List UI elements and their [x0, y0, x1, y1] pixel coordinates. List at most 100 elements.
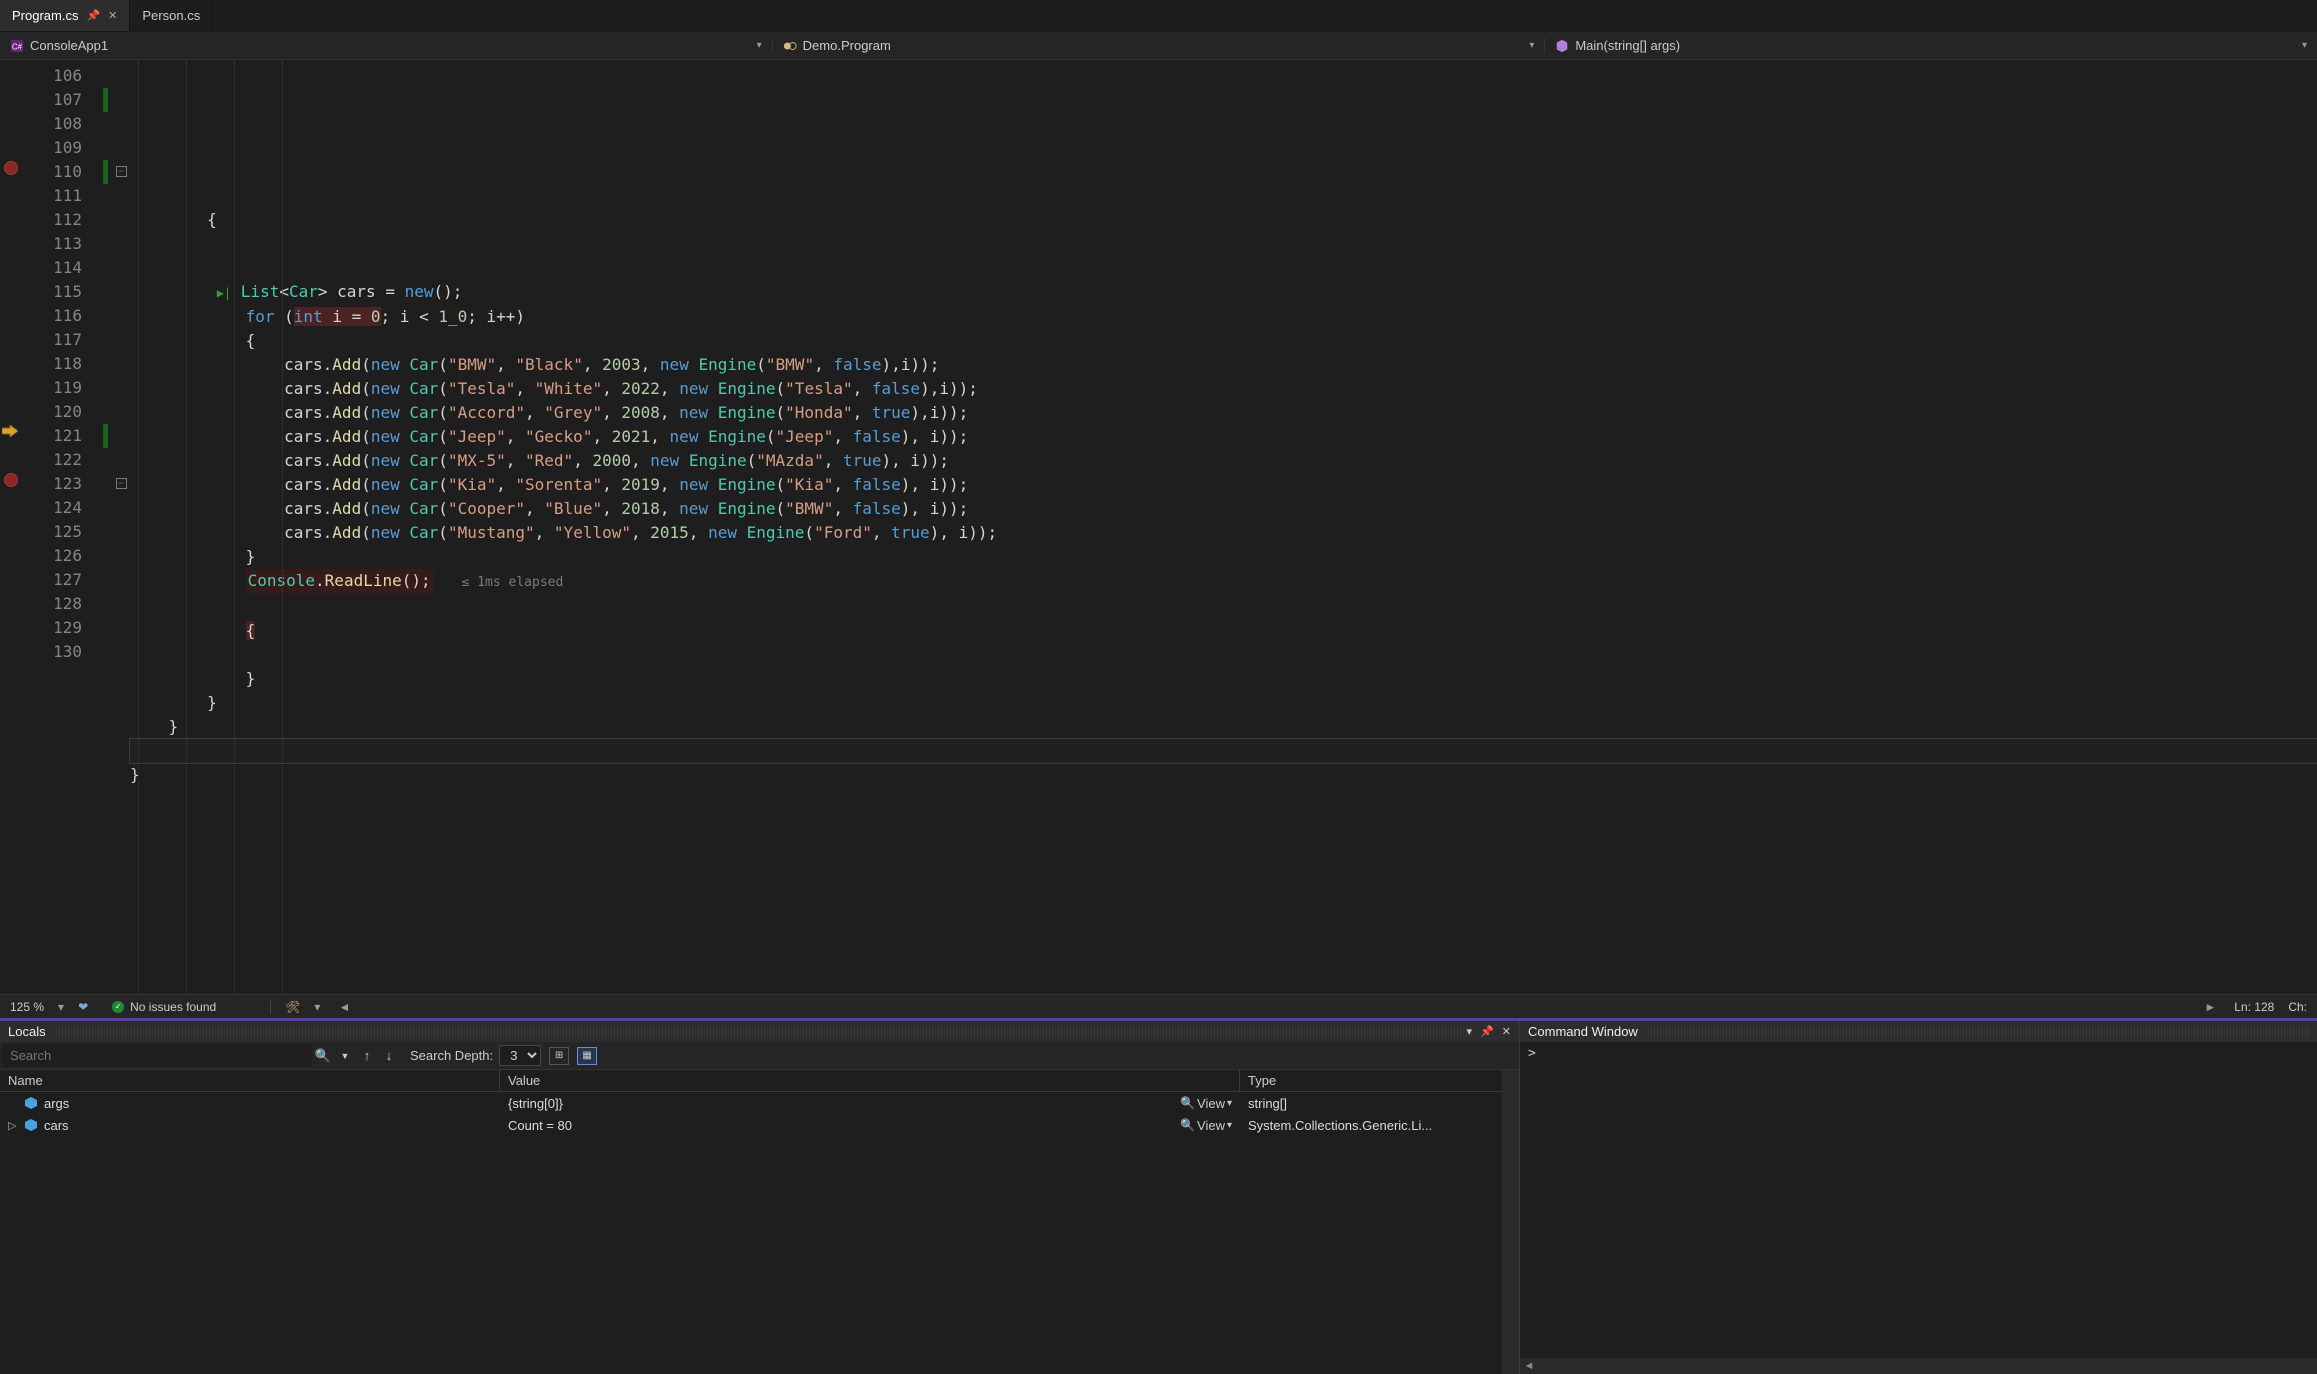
- code-line[interactable]: cars.Add(new Car("BMW", "Black", 2003, n…: [130, 353, 2317, 377]
- editor-status-bar: 125 % ▾ ❤ ✓ No issues found 🛠 ▾ ◄ ► Ln: …: [0, 994, 2317, 1018]
- magnifier-icon[interactable]: 🔍: [1180, 1118, 1195, 1132]
- line-number: 121: [22, 424, 82, 448]
- nav-class[interactable]: Demo.Program ▾: [773, 38, 1546, 53]
- tab-label: Person.cs: [142, 8, 200, 23]
- fold-toggle-icon[interactable]: −: [116, 166, 127, 177]
- zoom-level[interactable]: 125 %: [10, 1000, 44, 1014]
- horizontal-scrollbar[interactable]: ◄: [1520, 1358, 2317, 1374]
- code-line[interactable]: cars.Add(new Car("Mustang", "Yellow", 20…: [130, 521, 2317, 545]
- code-line[interactable]: cars.Add(new Car("Kia", "Sorenta", 2019,…: [130, 473, 2317, 497]
- close-icon[interactable]: ✕: [1502, 1025, 1511, 1038]
- line-number: 112: [22, 208, 82, 232]
- code-line[interactable]: [130, 256, 2317, 280]
- arrow-up-icon[interactable]: ↑: [356, 1048, 378, 1063]
- health-icon[interactable]: ❤: [78, 1000, 88, 1014]
- code-line[interactable]: }: [130, 667, 2317, 691]
- breakpoint-margin[interactable]: [0, 60, 22, 994]
- dropdown-icon[interactable]: ▾: [1467, 1025, 1473, 1038]
- nav-bar: C# ConsoleApp1 ▾ Demo.Program ▾ Main(str…: [0, 32, 2317, 60]
- line-indicator[interactable]: Ln: 128: [2234, 1000, 2274, 1014]
- code-editor[interactable]: 1061071081091101111121131141151161171181…: [0, 60, 2317, 994]
- code-line[interactable]: ▶| List<Car> cars = new();: [130, 280, 2317, 305]
- breakpoint-icon[interactable]: [4, 161, 18, 175]
- scroll-right-icon[interactable]: ►: [2200, 1000, 2220, 1014]
- code-content[interactable]: { ▶| List<Car> cars = new(); for (int i …: [130, 60, 2317, 994]
- locals-row[interactable]: args{string[0]}🔍View ▾string[]: [0, 1092, 1501, 1114]
- vertical-scrollbar[interactable]: [1501, 1070, 1519, 1374]
- variable-icon: [24, 1096, 38, 1110]
- code-line[interactable]: }: [130, 545, 2317, 569]
- view-link[interactable]: View: [1197, 1118, 1225, 1133]
- locals-title-bar[interactable]: Locals ▾ 📌 ✕: [0, 1021, 1519, 1042]
- pin-icon[interactable]: 📌: [1480, 1025, 1494, 1038]
- modification-indicator-margin: [100, 60, 112, 994]
- code-line[interactable]: [130, 232, 2317, 256]
- code-line[interactable]: [130, 787, 2317, 811]
- magnifier-icon[interactable]: 🔍: [1180, 1096, 1195, 1110]
- column-header-name[interactable]: Name: [0, 1070, 500, 1091]
- code-line[interactable]: }: [130, 715, 2317, 739]
- command-window-title: Command Window: [1528, 1024, 1638, 1039]
- command-prompt: >: [1528, 1046, 1536, 1061]
- search-icon[interactable]: 🔍: [312, 1048, 334, 1064]
- class-icon: [783, 39, 797, 53]
- scroll-left-icon[interactable]: ◄: [1520, 1358, 1538, 1374]
- line-number: 108: [22, 112, 82, 136]
- code-folding-margin[interactable]: −−: [112, 60, 130, 994]
- line-number: 127: [22, 568, 82, 592]
- locals-row[interactable]: ▷carsCount = 80🔍View ▾System.Collections…: [0, 1114, 1501, 1136]
- close-icon[interactable]: ✕: [108, 9, 117, 22]
- expand-toggle-icon[interactable]: ▷: [8, 1119, 18, 1132]
- tab-person-cs[interactable]: Person.cs: [130, 0, 213, 31]
- nav-method[interactable]: Main(string[] args) ▾: [1545, 38, 2317, 53]
- chevron-down-icon[interactable]: ▾: [1227, 1098, 1232, 1109]
- code-line[interactable]: {: [130, 208, 2317, 232]
- locals-title: Locals: [8, 1024, 46, 1039]
- search-depth-select[interactable]: 3: [499, 1045, 541, 1066]
- svg-text:C#: C#: [12, 42, 23, 51]
- code-line[interactable]: [130, 739, 2317, 763]
- scroll-left-icon[interactable]: ◄: [334, 1000, 354, 1014]
- tab-bar: Program.cs 📌 ✕ Person.cs: [0, 0, 2317, 32]
- line-number: 115: [22, 280, 82, 304]
- code-line[interactable]: cars.Add(new Car("Tesla", "White", 2022,…: [130, 377, 2317, 401]
- column-header-value[interactable]: Value: [500, 1070, 1240, 1091]
- column-header-type[interactable]: Type: [1240, 1070, 1501, 1091]
- code-line[interactable]: for (int i = 0; i < 1_0; i++): [130, 305, 2317, 329]
- arrow-down-icon[interactable]: ↓: [378, 1048, 400, 1063]
- code-line[interactable]: cars.Add(new Car("Jeep", "Gecko", 2021, …: [130, 425, 2317, 449]
- issues-label[interactable]: No issues found: [130, 1000, 216, 1014]
- chevron-down-icon[interactable]: ▾: [58, 1000, 64, 1014]
- pin-icon[interactable]: 📌: [86, 9, 100, 22]
- command-window-title-bar[interactable]: Command Window: [1520, 1021, 2317, 1042]
- property-view-icon[interactable]: ▦: [577, 1047, 597, 1065]
- code-line[interactable]: cars.Add(new Car("Accord", "Grey", 2008,…: [130, 401, 2317, 425]
- line-number: 124: [22, 496, 82, 520]
- code-line[interactable]: cars.Add(new Car("MX-5", "Red", 2000, ne…: [130, 449, 2317, 473]
- dropdown-icon[interactable]: ▼: [334, 1051, 356, 1061]
- code-line[interactable]: {: [130, 329, 2317, 353]
- tree-view-icon[interactable]: ⊞: [549, 1047, 569, 1065]
- code-line[interactable]: }: [130, 763, 2317, 787]
- nav-project[interactable]: C# ConsoleApp1 ▾: [0, 38, 773, 53]
- chevron-down-icon[interactable]: ▾: [314, 1000, 320, 1014]
- nav-project-label: ConsoleApp1: [30, 38, 108, 53]
- code-line[interactable]: cars.Add(new Car("Cooper", "Blue", 2018,…: [130, 497, 2317, 521]
- tab-program-cs[interactable]: Program.cs 📌 ✕: [0, 0, 130, 31]
- code-line[interactable]: Console.ReadLine(); ≤ 1ms elapsed: [130, 569, 2317, 595]
- code-line[interactable]: [130, 595, 2317, 619]
- command-window-body[interactable]: >: [1520, 1042, 2317, 1358]
- code-line[interactable]: }: [130, 691, 2317, 715]
- breakpoint-icon[interactable]: [4, 473, 18, 487]
- char-indicator[interactable]: Ch:: [2288, 1000, 2307, 1014]
- line-number: 116: [22, 304, 82, 328]
- fold-toggle-icon[interactable]: −: [116, 478, 127, 489]
- locals-search-input[interactable]: [2, 1044, 312, 1067]
- code-line[interactable]: [130, 643, 2317, 667]
- chevron-down-icon: ▾: [757, 40, 762, 51]
- chevron-down-icon[interactable]: ▾: [1227, 1120, 1232, 1131]
- screwdriver-icon[interactable]: 🛠: [285, 1000, 300, 1014]
- code-line[interactable]: {: [130, 619, 2317, 643]
- view-link[interactable]: View: [1197, 1096, 1225, 1111]
- modified-indicator: [103, 160, 108, 184]
